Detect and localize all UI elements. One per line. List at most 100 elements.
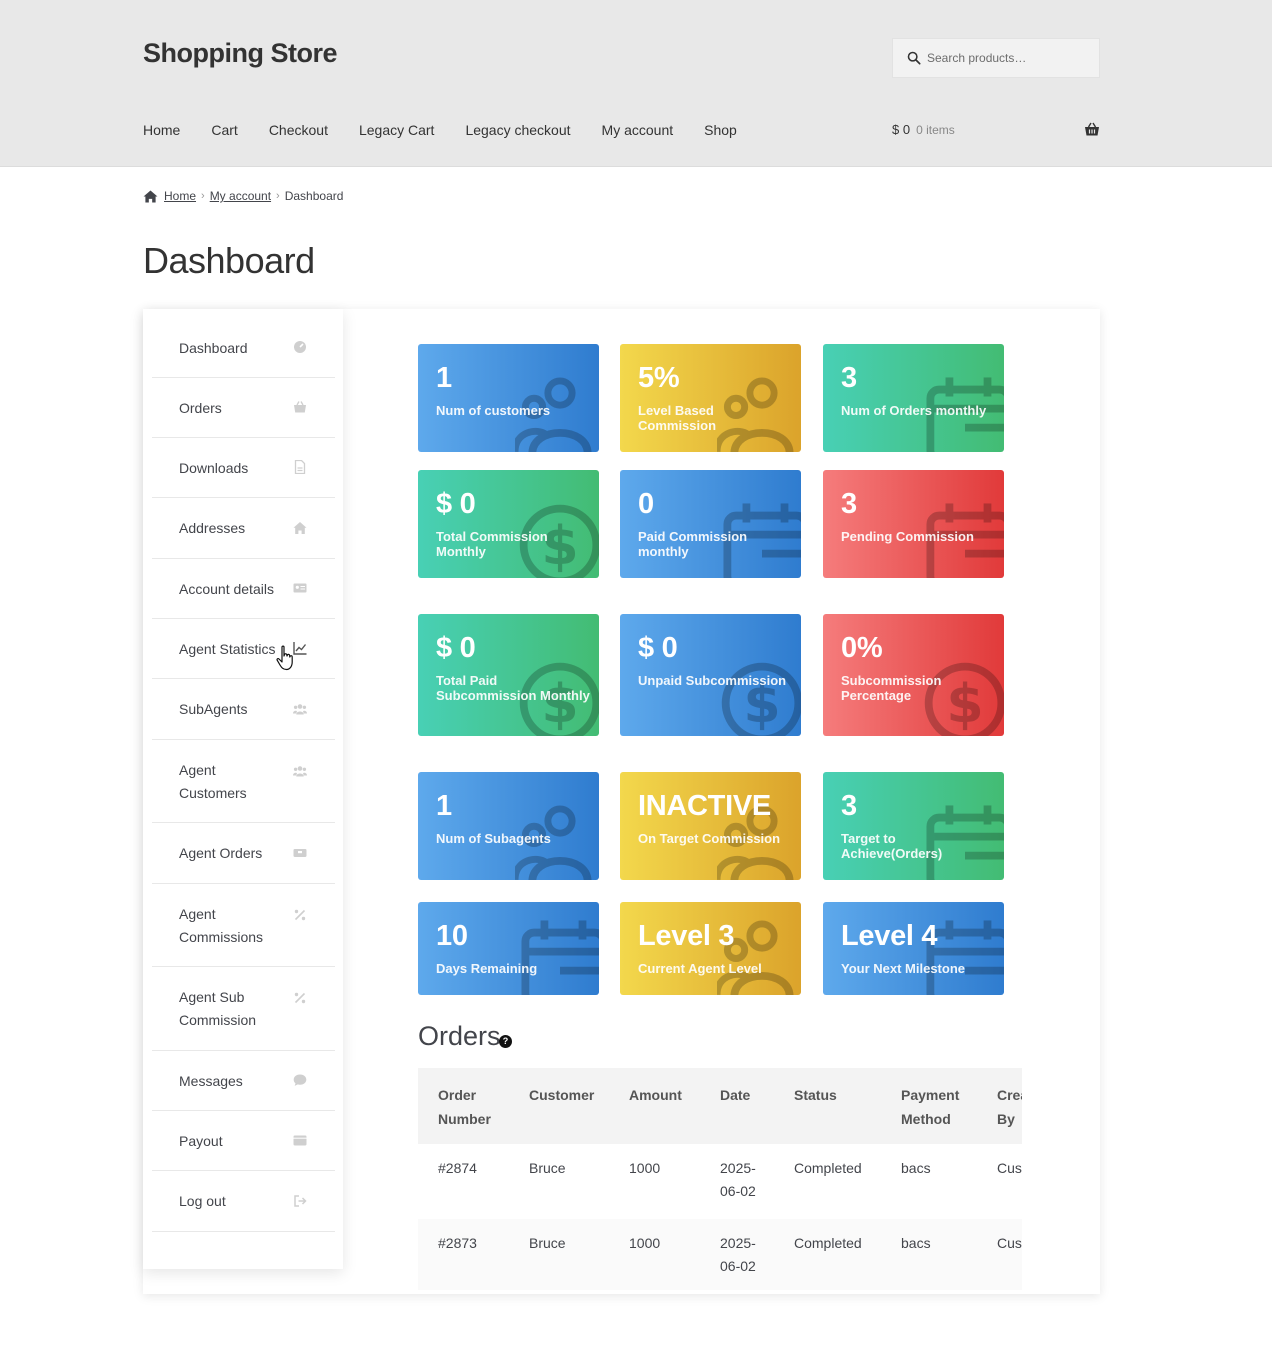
nav-home[interactable]: Home [143, 122, 180, 138]
stat-card: $ $ 0 Total Paid Subcommission Monthly [418, 614, 599, 736]
cell-created-by: Customer [997, 1160, 1022, 1176]
table-header: Order Number Customer Amount Date Status… [418, 1068, 1022, 1144]
column-header-payment-method[interactable]: Payment Method [901, 1083, 959, 1131]
dollar-icon: $ [721, 662, 801, 736]
stat-card: 0 Paid Commission monthly [620, 470, 801, 578]
cell-order-number[interactable]: #2873 [438, 1232, 477, 1255]
column-header-order-number[interactable]: Order Number [438, 1083, 491, 1131]
stat-value: 1 [436, 790, 452, 822]
stat-card: 1 Num of customers [418, 344, 599, 452]
sidebar-item-addresses[interactable]: Addresses [152, 498, 335, 559]
stat-label: Days Remaining [436, 961, 538, 976]
cell-created-by: Customer [997, 1235, 1022, 1251]
sidebar-item-label: Agent Commissions [179, 905, 264, 945]
nav-shop[interactable]: Shop [704, 122, 737, 138]
page-title: Dashboard [143, 240, 315, 281]
stat-label: Num of customers [436, 403, 551, 418]
logout-icon [294, 1194, 307, 1207]
stat-value: 5% [638, 362, 680, 394]
sidebar-item-subagents[interactable]: SubAgents [152, 679, 335, 740]
breadcrumb-my-account[interactable]: My account [210, 189, 271, 203]
sidebar-item-agent-statistics[interactable]: Agent Statistics [152, 619, 335, 679]
stat-label: Total Commission Monthly [436, 529, 548, 559]
column-header-status[interactable]: Status [794, 1083, 837, 1107]
orders-table: Order Number Customer Amount Date Status… [418, 1068, 1022, 1290]
sidebar-item-label: Dashboard [179, 339, 248, 356]
stat-value: $ 0 [436, 488, 476, 520]
nav-legacy-checkout[interactable]: Legacy checkout [465, 122, 570, 138]
column-header-amount[interactable]: Amount [629, 1083, 682, 1107]
stat-label: Your Next Milestone [841, 961, 966, 976]
sidebar-item-payout[interactable]: Payout [152, 1111, 335, 1171]
sidebar-item-messages[interactable]: Messages [152, 1051, 335, 1111]
cell-payment-method: bacs [901, 1235, 931, 1251]
sidebar-item-label: Agent Sub Commission [179, 989, 257, 1028]
stat-value: 3 [841, 362, 857, 394]
boxes-icon [293, 848, 307, 857]
nav-checkout[interactable]: Checkout [269, 122, 328, 138]
stat-card: Level 4 Your Next Milestone [823, 902, 1004, 995]
sidebar-item-agent-sub-commission[interactable]: Agent Sub Commission [152, 967, 335, 1051]
home-icon [293, 521, 307, 534]
sidebar-item-agent-commissions[interactable]: Agent Commissions [152, 884, 335, 967]
breadcrumb-separator: › [201, 190, 205, 202]
column-header-created-by[interactable]: Created By [997, 1083, 1022, 1131]
sidebar-item-orders[interactable]: Orders [152, 378, 335, 438]
stat-card: 5% Level Based Commission [620, 344, 801, 452]
stat-label: Unpaid Subcommission [638, 673, 787, 688]
sidebar-item-label: Account details [179, 580, 274, 597]
main-nav: Home Cart Checkout Legacy Cart Legacy ch… [143, 122, 768, 138]
sidebar-item-label: SubAgents [179, 701, 248, 717]
users-icon [293, 765, 307, 776]
stat-value: 10 [436, 920, 468, 952]
percent-icon [294, 909, 306, 920]
cell-date: 2025- 06-02 [720, 1160, 756, 1199]
search-icon [907, 51, 921, 65]
sidebar-item-label: Messages [179, 1072, 243, 1089]
stat-card: Level 3 Current Agent Level [620, 902, 801, 995]
nav-cart[interactable]: Cart [211, 122, 237, 138]
chat-icon [293, 1074, 307, 1086]
cell-amount: 1000 [629, 1235, 661, 1251]
sidebar-item-dashboard[interactable]: Dashboard [152, 318, 335, 378]
breadcrumb-current: Dashboard [284, 189, 344, 203]
column-header-date[interactable]: Date [720, 1083, 750, 1107]
stat-value: 3 [841, 488, 857, 520]
nav-my-account[interactable]: My account [602, 122, 674, 138]
stat-label: Total Paid Subcommission Monthly [436, 673, 590, 703]
sidebar-item-account-details[interactable]: Account details [152, 559, 335, 619]
cell-order-number[interactable]: #2874 [438, 1157, 477, 1180]
home-icon [143, 189, 158, 203]
breadcrumb-separator: › [276, 190, 280, 202]
nav-legacy-cart[interactable]: Legacy Cart [359, 122, 434, 138]
stat-value: Level 4 [841, 920, 938, 952]
orders-title: Orders [418, 1021, 501, 1051]
stat-label: Current Agent Level [638, 961, 762, 976]
search-input[interactable] [927, 51, 1087, 65]
table-row[interactable]: #2873 Bruce 1000 2025- 06-02 Completed b… [418, 1219, 1022, 1290]
site-title[interactable]: Shopping Store [143, 38, 337, 69]
file-icon [294, 460, 306, 474]
search-box[interactable] [892, 38, 1100, 78]
users-icon [293, 703, 307, 714]
stat-label: Subcommission Percentage [841, 673, 942, 703]
basket-icon [294, 401, 306, 413]
basket-icon[interactable] [1084, 122, 1100, 137]
sidebar-item-downloads[interactable]: Downloads [152, 438, 335, 498]
help-icon[interactable]: ? [499, 1035, 512, 1048]
stat-card: $ $ 0 Unpaid Subcommission [620, 614, 801, 736]
breadcrumb-home[interactable]: Home [164, 189, 196, 203]
stat-label: Target to Achieve(Orders) [841, 831, 943, 861]
sidebar-item-log-out[interactable]: Log out [152, 1171, 335, 1232]
sidebar-item-agent-customers[interactable]: Agent Customers [152, 740, 335, 823]
stat-label: Paid Commission monthly [638, 529, 748, 559]
column-header-customer[interactable]: Customer [529, 1083, 594, 1107]
cart-item-count: 0 items [916, 122, 955, 137]
table-row[interactable]: #2874 Bruce 1000 2025- 06-02 Completed b… [418, 1144, 1022, 1219]
stat-value: $ 0 [436, 632, 476, 664]
cell-status: Completed [794, 1160, 862, 1176]
header-cart[interactable]: $ 0 0 items [892, 122, 1100, 137]
stat-card: $0% Subcommission Percentage [823, 614, 1004, 736]
sidebar-item-label: Agent Statistics [179, 640, 276, 657]
sidebar-item-agent-orders[interactable]: Agent Orders [152, 823, 335, 884]
